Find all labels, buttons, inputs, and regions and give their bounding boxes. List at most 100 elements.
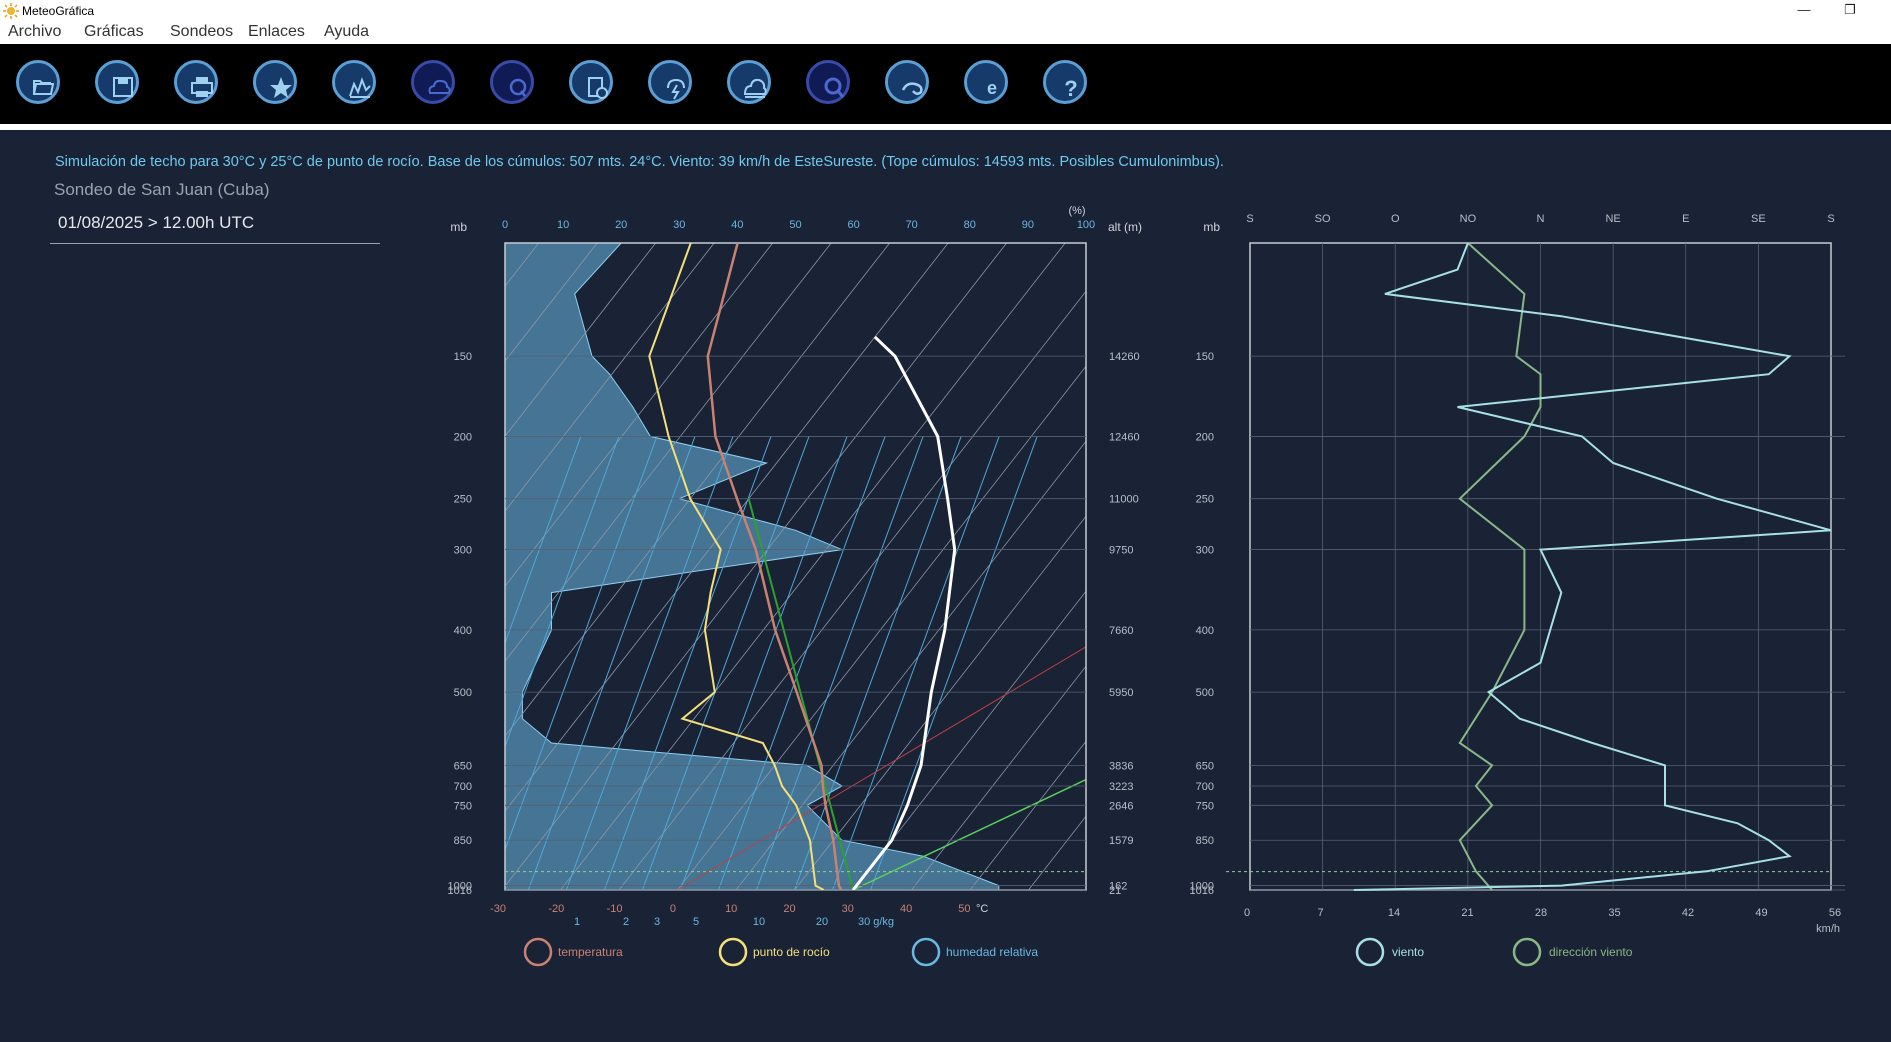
wind-speed-legend-label: viento	[1392, 945, 1424, 959]
wind-pressure-axis-label: mb	[1203, 220, 1220, 234]
pressure-tick-label: 1016	[448, 885, 472, 897]
humidity-tick-label: 40	[731, 219, 743, 231]
skew-t-chart: 150 14260200 12460250 11000300 9750400 766050…	[0, 205, 1845, 967]
direction-tick-label: S	[1246, 213, 1253, 225]
humidity-tick-label: 70	[906, 219, 918, 231]
temperature-tick-label: -10	[607, 903, 623, 915]
altitude-tick-label: 11000	[1109, 494, 1139, 506]
isotherm-line	[794, 515, 1086, 890]
mixing-ratio-line	[756, 436, 924, 890]
humidity-tick-label: 60	[847, 219, 859, 231]
altitude-tick-label: 9750	[1109, 545, 1133, 557]
altitude-tick-label: 2646	[1109, 800, 1133, 812]
humidity-tick-label: 50	[789, 219, 801, 231]
temperature-tick-label: -20	[548, 903, 564, 915]
pressure-tick-label: 500	[454, 687, 472, 699]
altitude-axis-label: alt (m)	[1108, 220, 1142, 234]
temperature-tick-label: 40	[900, 903, 912, 915]
wind-pressure-tick-label: 400	[1196, 625, 1214, 637]
mixing-ratio-tick-label: 5	[693, 916, 699, 928]
direction-tick-label: E	[1682, 213, 1689, 225]
isotherm-line	[735, 440, 1086, 890]
direction-tick-label: N	[1537, 213, 1545, 225]
humidity-tick-label: 10	[557, 219, 569, 231]
direction-tick-label: SO	[1315, 213, 1331, 225]
mixing-ratio-tick-label: 20	[816, 916, 828, 928]
wind-pressure-tick-label: 300	[1196, 545, 1214, 557]
temperature-tick-label: 30	[842, 903, 854, 915]
altitude-tick-label: 21	[1109, 885, 1121, 897]
pressure-tick-label: 750	[454, 800, 472, 812]
pressure-axis-label: mb	[450, 220, 467, 234]
pressure-tick-label: 700	[454, 781, 472, 793]
altitude-tick-label: 3223	[1109, 781, 1133, 793]
humidity-legend-label: humedad relativa	[946, 945, 1038, 959]
humidity-tick-label: 20	[615, 219, 627, 231]
direction-tick-label: S	[1827, 213, 1834, 225]
dewpoint-legend-icon	[718, 937, 748, 967]
isotherm-line	[677, 365, 1086, 890]
pressure-tick-label: 250	[454, 494, 472, 506]
temperature-tick-label: 50	[958, 903, 970, 915]
isotherm-line	[852, 590, 1086, 890]
mixing-ratio-line	[832, 436, 1000, 890]
humidity-legend-icon	[911, 937, 941, 967]
direction-tick-label: O	[1391, 213, 1400, 225]
isotherm-line	[1028, 815, 1086, 890]
wind-pressure-tick-label: 150	[1196, 351, 1214, 363]
mixing-ratio-tick-label: 10	[753, 916, 765, 928]
speed-tick-label: 56	[1829, 907, 1841, 919]
direction-tick-label: NE	[1605, 213, 1620, 225]
wind-pressure-tick-label: 500	[1196, 687, 1214, 699]
wind-pressure-tick-label: 650	[1196, 760, 1214, 772]
altitude-tick-label: 12460	[1109, 431, 1140, 443]
wind-pressure-tick-label: 750	[1196, 800, 1214, 812]
temperature-legend-label: temperatura	[558, 945, 623, 959]
wind-pressure-tick-label: 1016	[1190, 885, 1214, 897]
wind-pressure-tick-label: 850	[1196, 835, 1214, 847]
temperature-tick-label: 0	[670, 903, 676, 915]
speed-unit-label: km/h	[1816, 923, 1840, 935]
speed-tick-label: 21	[1461, 907, 1473, 919]
speed-tick-label: 7	[1317, 907, 1323, 919]
pressure-tick-label: 200	[454, 431, 472, 443]
humidity-unit-label: (%)	[1068, 205, 1085, 217]
temperature-legend-icon	[523, 937, 553, 967]
direction-tick-label: SE	[1751, 213, 1766, 225]
humidity-tick-label: 90	[1022, 219, 1034, 231]
altitude-tick-label: 14260	[1109, 351, 1140, 363]
direction-tick-label: NO	[1460, 213, 1477, 225]
temperature-tick-label: -30	[490, 903, 506, 915]
isotherm-line	[0, 243, 480, 890]
speed-tick-label: 42	[1682, 907, 1694, 919]
wind-pressure-tick-label: 700	[1196, 781, 1214, 793]
mixing-ratio-line	[870, 436, 1038, 890]
humidity-tick-label: 30	[673, 219, 685, 231]
temperature-tick-label: 10	[725, 903, 737, 915]
pressure-tick-label: 300	[454, 545, 472, 557]
mixing-ratio-tick-label: 2	[623, 916, 629, 928]
mixing-ratio-tick-label: 1	[574, 916, 580, 928]
isotherm-line	[911, 665, 1086, 890]
pressure-tick-label: 400	[454, 625, 472, 637]
speed-tick-label: 28	[1535, 907, 1547, 919]
speed-tick-label: 35	[1608, 907, 1620, 919]
wind-direction-legend-label: dirección viento	[1549, 945, 1633, 959]
mixing-ratio-tick-label: 30 g/kg	[858, 916, 894, 928]
wind-pressure-tick-label: 250	[1196, 494, 1214, 506]
humidity-tick-label: 0	[502, 219, 508, 231]
speed-tick-label: 49	[1755, 907, 1767, 919]
humidity-tick-label: 80	[964, 219, 976, 231]
speed-tick-label: 0	[1244, 907, 1250, 919]
temperature-unit-label: °C	[976, 903, 988, 915]
wind-direction-line	[1458, 242, 1542, 891]
altitude-tick-label: 3836	[1109, 760, 1133, 772]
humidity-tick-label: 100	[1077, 219, 1095, 231]
altitude-tick-label: 7660	[1109, 625, 1133, 637]
isotherm-line	[969, 740, 1086, 890]
wind-speed-line	[1353, 242, 1832, 891]
wind-speed-legend-icon	[1355, 937, 1385, 967]
pressure-tick-label: 150	[454, 351, 472, 363]
wind-pressure-tick-label: 200	[1196, 431, 1214, 443]
pressure-tick-label: 850	[454, 835, 472, 847]
